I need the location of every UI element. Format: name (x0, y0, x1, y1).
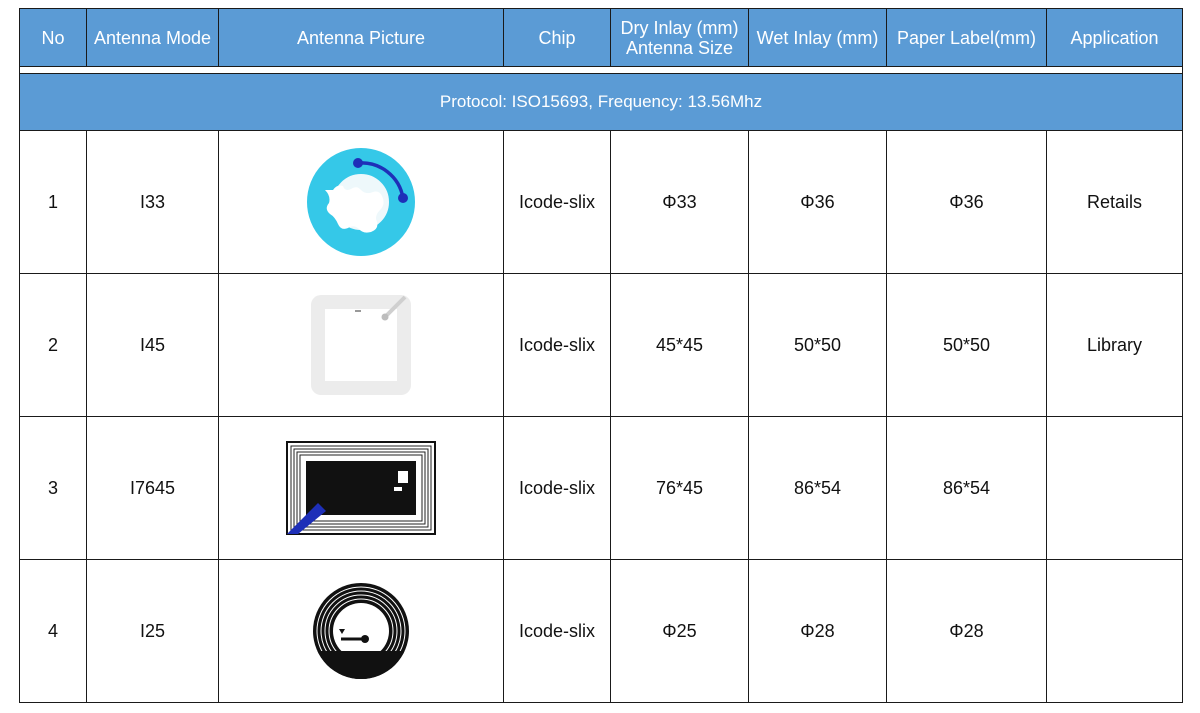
header-dry-inlay-line1: Dry Inlay (mm) (620, 17, 739, 38)
protocol-label: Protocol: ISO15693, Frequency: 13.56Mhz (19, 73, 1183, 131)
table-row: 4 I25 Icode-slix Φ25 Φ28 Φ28 (19, 559, 1183, 703)
table-header-row: No Antenna Mode Antenna Picture Chip Dry… (19, 8, 1183, 67)
antenna-spec-table: No Antenna Mode Antenna Picture Chip Dry… (19, 8, 1183, 703)
cell-dry-inlay: Φ25 (610, 559, 749, 703)
header-wet-inlay: Wet Inlay (mm) (748, 8, 887, 67)
cell-chip: Icode-slix (503, 559, 611, 703)
cell-chip: Icode-slix (503, 273, 611, 417)
cell-chip: Icode-slix (503, 416, 611, 560)
cell-dry-inlay: 76*45 (610, 416, 749, 560)
cell-application: Library (1046, 273, 1183, 417)
cell-application (1046, 416, 1183, 560)
table-row: 2 I45 Icode-slix 45*45 50*50 50*50 Libra… (19, 273, 1183, 417)
cell-mode: I7645 (86, 416, 219, 560)
header-dry-inlay-line2: Antenna Size (625, 37, 734, 58)
cell-no: 3 (19, 416, 87, 560)
cell-wet-inlay: 50*50 (748, 273, 887, 417)
cell-wet-inlay: 86*54 (748, 416, 887, 560)
cell-mode: I33 (86, 130, 219, 274)
protocol-row: Protocol: ISO15693, Frequency: 13.56Mhz (19, 73, 1183, 131)
cell-mode: I25 (86, 559, 219, 703)
cell-no: 1 (19, 130, 87, 274)
cell-picture (218, 416, 504, 560)
cell-paper-label: 86*54 (886, 416, 1047, 560)
cell-paper-label: Φ36 (886, 130, 1047, 274)
table-row: 3 I7645 Icode-slix 76*45 86*54 86*54 (19, 416, 1183, 560)
header-no: No (19, 8, 87, 67)
square-grey-antenna-icon (311, 295, 411, 395)
round-blue-antenna-icon (307, 148, 415, 256)
header-paper-label: Paper Label(mm) (886, 8, 1047, 67)
round-black-coil-antenna-icon (313, 583, 409, 679)
cell-mode: I45 (86, 273, 219, 417)
cell-dry-inlay: Φ33 (610, 130, 749, 274)
cell-picture (218, 559, 504, 703)
cell-no: 2 (19, 273, 87, 417)
cell-application: Retails (1046, 130, 1183, 274)
cell-picture (218, 130, 504, 274)
table-row: 1 I33 Icode-slix Φ33 Φ36 Φ36 Retails (19, 130, 1183, 274)
header-application: Application (1046, 8, 1183, 67)
header-spacer-row (19, 66, 1183, 74)
cell-no: 4 (19, 559, 87, 703)
rectangular-black-antenna-icon (286, 441, 436, 535)
cell-application (1046, 559, 1183, 703)
cell-wet-inlay: Φ36 (748, 130, 887, 274)
cell-picture (218, 273, 504, 417)
header-chip: Chip (503, 8, 611, 67)
cell-paper-label: 50*50 (886, 273, 1047, 417)
cell-dry-inlay: 45*45 (610, 273, 749, 417)
cell-paper-label: Φ28 (886, 559, 1047, 703)
header-dry-inlay: Dry Inlay (mm) Antenna Size (610, 8, 749, 67)
header-antenna-picture: Antenna Picture (218, 8, 504, 67)
cell-chip: Icode-slix (503, 130, 611, 274)
cell-wet-inlay: Φ28 (748, 559, 887, 703)
header-antenna-mode: Antenna Mode (86, 8, 219, 67)
